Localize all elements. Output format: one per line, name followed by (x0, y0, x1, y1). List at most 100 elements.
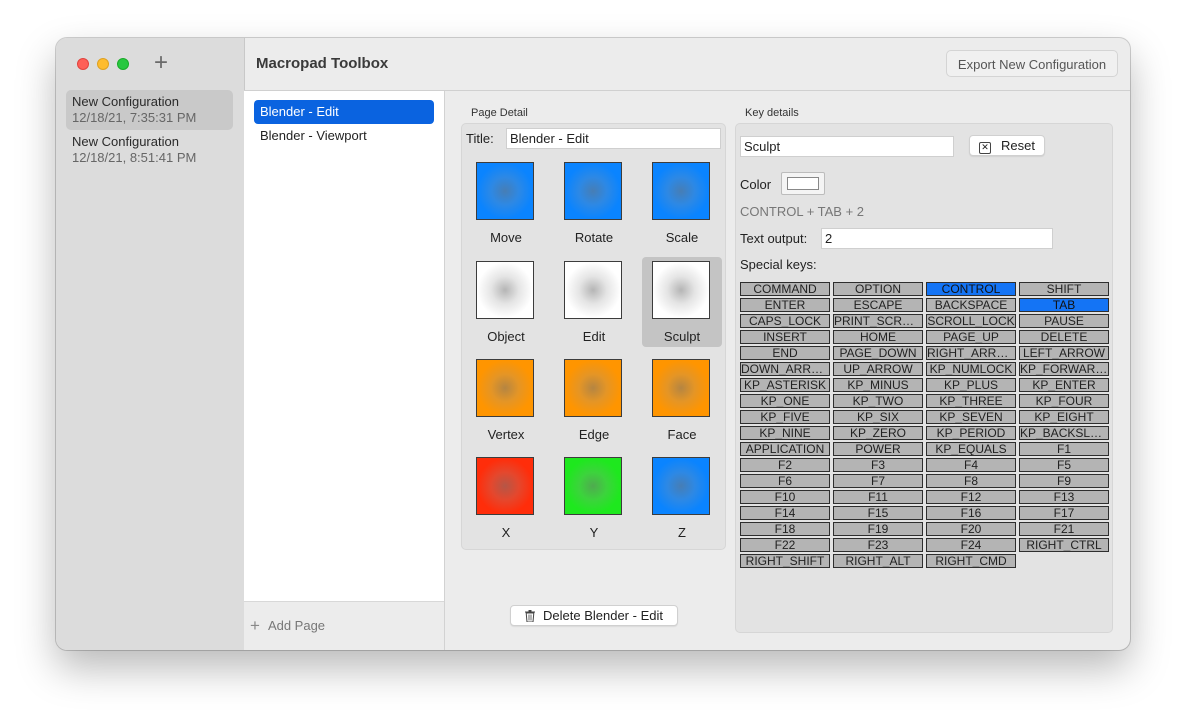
export-configuration-button[interactable]: Export New Configuration (946, 50, 1118, 77)
config-item[interactable]: New Configuration 12/18/21, 7:35:31 PM (66, 90, 233, 130)
special-key-button[interactable]: KP_FOUR (1019, 394, 1109, 408)
special-key-button[interactable]: F12 (926, 490, 1016, 504)
special-key-button[interactable]: F1 (1019, 442, 1109, 456)
macro-key-1[interactable]: Rotate (554, 158, 634, 248)
zoom-window-button[interactable] (117, 58, 129, 70)
special-key-button[interactable]: DELETE (1019, 330, 1109, 344)
special-key-button[interactable]: END (740, 346, 830, 360)
special-key-button[interactable]: F4 (926, 458, 1016, 472)
special-key-button[interactable]: KP_NUMLOCK (926, 362, 1016, 376)
special-key-button[interactable]: RIGHT_SHIFT (740, 554, 830, 568)
special-key-button[interactable]: KP_ONE (740, 394, 830, 408)
special-key-button[interactable]: F9 (1019, 474, 1109, 488)
macro-key-0[interactable]: Move (466, 158, 546, 248)
reset-button[interactable]: ✕ Reset (969, 135, 1045, 156)
special-key-button[interactable]: KP_THREE (926, 394, 1016, 408)
color-well[interactable] (781, 172, 825, 195)
special-key-button[interactable]: PAUSE (1019, 314, 1109, 328)
special-key-button[interactable]: KP_ASTERISK (740, 378, 830, 392)
special-key-button[interactable]: KP_PLUS (926, 378, 1016, 392)
delete-page-button[interactable]: Delete Blender - Edit (510, 605, 678, 626)
special-key-button[interactable]: F5 (1019, 458, 1109, 472)
special-key-button[interactable]: KP_TWO (833, 394, 923, 408)
special-key-button[interactable]: PRINT_SCREEN (833, 314, 923, 328)
special-key-button[interactable]: F19 (833, 522, 923, 536)
special-key-button[interactable]: F13 (1019, 490, 1109, 504)
special-key-button[interactable]: F3 (833, 458, 923, 472)
special-key-button[interactable]: SHIFT (1019, 282, 1109, 296)
macro-key-10[interactable]: Y (554, 453, 634, 543)
special-key-button[interactable]: DOWN_ARROW (740, 362, 830, 376)
special-key-button[interactable]: F10 (740, 490, 830, 504)
special-key-button[interactable]: F20 (926, 522, 1016, 536)
special-key-button[interactable]: KP_ZERO (833, 426, 923, 440)
macro-key-2[interactable]: Scale (642, 158, 722, 248)
special-key-button[interactable]: F11 (833, 490, 923, 504)
special-key-button[interactable]: RIGHT_ALT (833, 554, 923, 568)
special-key-button[interactable]: SCROLL_LOCK (926, 314, 1016, 328)
macro-key-8[interactable]: Face (642, 355, 722, 445)
special-key-button[interactable]: KP_FIVE (740, 410, 830, 424)
page-item-blender-viewport[interactable]: Blender - Viewport (254, 124, 434, 148)
special-key-button[interactable]: F16 (926, 506, 1016, 520)
special-key-button[interactable]: INSERT (740, 330, 830, 344)
special-key-button[interactable]: CONTROL (926, 282, 1016, 296)
special-key-button[interactable]: KP_EIGHT (1019, 410, 1109, 424)
page-item-blender-edit[interactable]: Blender - Edit (254, 100, 434, 124)
special-key-button[interactable]: OPTION (833, 282, 923, 296)
special-key-button[interactable]: F7 (833, 474, 923, 488)
special-key-button[interactable]: PAGE_DOWN (833, 346, 923, 360)
key-label: Rotate (574, 230, 614, 245)
macro-key-11[interactable]: Z (642, 453, 722, 543)
macro-key-7[interactable]: Edge (554, 355, 634, 445)
special-key-button[interactable]: PAGE_UP (926, 330, 1016, 344)
special-key-button[interactable]: F18 (740, 522, 830, 536)
special-key-button[interactable]: F22 (740, 538, 830, 552)
special-key-button[interactable]: RIGHT_ARROW (926, 346, 1016, 360)
special-key-button[interactable]: F2 (740, 458, 830, 472)
special-key-button[interactable]: F17 (1019, 506, 1109, 520)
special-key-button[interactable]: RIGHT_CMD (926, 554, 1016, 568)
special-key-button[interactable]: KP_NINE (740, 426, 830, 440)
special-key-button[interactable]: APPLICATION (740, 442, 830, 456)
special-key-button[interactable]: TAB (1019, 298, 1109, 312)
special-key-button[interactable]: KP_BACKSLA... (1019, 426, 1109, 440)
special-key-button[interactable]: KP_SIX (833, 410, 923, 424)
special-key-button[interactable]: KP_FORWARD... (1019, 362, 1109, 376)
macro-key-6[interactable]: Vertex (466, 355, 546, 445)
special-key-button[interactable]: POWER (833, 442, 923, 456)
special-key-button[interactable]: HOME (833, 330, 923, 344)
special-key-button[interactable]: F24 (926, 538, 1016, 552)
special-key-button[interactable]: KP_SEVEN (926, 410, 1016, 424)
minimize-window-button[interactable] (97, 58, 109, 70)
special-key-button[interactable]: KP_MINUS (833, 378, 923, 392)
close-window-button[interactable] (77, 58, 89, 70)
special-key-button[interactable]: F23 (833, 538, 923, 552)
special-key-button[interactable]: F21 (1019, 522, 1109, 536)
page-title-field[interactable]: Blender - Edit (506, 128, 721, 149)
special-key-button[interactable]: F8 (926, 474, 1016, 488)
macro-key-9[interactable]: X (466, 453, 546, 543)
special-key-button[interactable]: KP_PERIOD (926, 426, 1016, 440)
macro-key-5[interactable]: Sculpt (642, 257, 722, 347)
special-key-button[interactable]: CAPS_LOCK (740, 314, 830, 328)
text-output-field[interactable]: 2 (821, 228, 1053, 249)
add-page-button[interactable]: + Add Page (250, 616, 325, 636)
special-key-button[interactable]: KP_EQUALS (926, 442, 1016, 456)
special-key-button[interactable]: ESCAPE (833, 298, 923, 312)
special-key-button[interactable]: F14 (740, 506, 830, 520)
add-configuration-button[interactable]: + (154, 50, 168, 76)
special-key-button[interactable]: F15 (833, 506, 923, 520)
special-key-button[interactable]: LEFT_ARROW (1019, 346, 1109, 360)
macro-key-4[interactable]: Edit (554, 257, 634, 347)
config-item[interactable]: New Configuration 12/18/21, 8:51:41 PM (66, 130, 233, 170)
macro-key-3[interactable]: Object (466, 257, 546, 347)
special-key-button[interactable]: ENTER (740, 298, 830, 312)
special-key-button[interactable]: UP_ARROW (833, 362, 923, 376)
special-key-button[interactable]: F6 (740, 474, 830, 488)
special-key-button[interactable]: KP_ENTER (1019, 378, 1109, 392)
special-key-button[interactable]: RIGHT_CTRL (1019, 538, 1109, 552)
special-key-button[interactable]: COMMAND (740, 282, 830, 296)
special-key-button[interactable]: BACKSPACE (926, 298, 1016, 312)
key-name-field[interactable]: Sculpt (740, 136, 954, 157)
